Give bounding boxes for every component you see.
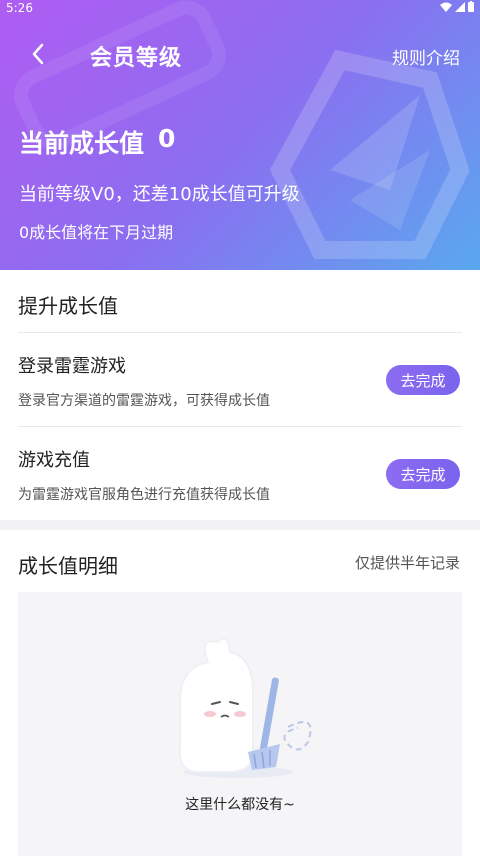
complete-button-recharge[interactable]: 去完成 [386, 459, 460, 489]
status-icons [440, 1, 474, 12]
hero-header: 5:26 会员等级 规则介绍 当前成长值 0 当前等级V0，还差10成长值可升级… [0, 0, 480, 270]
empty-mascot-illustration [178, 637, 312, 778]
upgrade-section: 提升成长值 登录雷霆游戏 登录官方渠道的雷霆游戏，可获得成长值 去完成 游戏充值… [0, 270, 480, 520]
growth-value-row: 当前成长值 0 [19, 124, 175, 160]
empty-text: 这里什么都没有~ [185, 797, 295, 813]
task-desc: 为雷霆游戏官服角色进行充值获得成长值 [18, 487, 270, 503]
level-text: 当前等级V0，还差10成长值可升级 [19, 184, 300, 205]
details-section: 成长值明细 仅提供半年记录 这里什么都没有~ [0, 530, 480, 856]
details-title: 成长值明细 [18, 554, 118, 578]
empty-state: 这里什么都没有~ [18, 592, 462, 856]
details-note: 仅提供半年记录 [354, 554, 460, 572]
task-desc: 登录官方渠道的雷霆游戏，可获得成长值 [18, 393, 270, 409]
status-bar: 5:26 [0, 0, 480, 18]
status-time: 5:26 [6, 1, 33, 15]
divider [18, 426, 462, 427]
wifi-icon [440, 2, 452, 12]
battery-icon [468, 1, 474, 12]
growth-label: 当前成长值 [19, 129, 145, 158]
task-title: 游戏充值 [18, 450, 90, 471]
nav-bar: 会员等级 规则介绍 [0, 28, 480, 80]
upgrade-title: 提升成长值 [18, 294, 118, 318]
expire-text: 0成长值将在下月过期 [19, 223, 174, 242]
divider [18, 332, 462, 333]
page-title: 会员等级 [90, 46, 183, 71]
back-button[interactable] [22, 38, 54, 70]
complete-button-login[interactable]: 去完成 [386, 365, 460, 395]
chevron-left-icon [32, 43, 44, 65]
signal-icon [455, 1, 465, 12]
rules-link[interactable]: 规则介绍 [392, 44, 460, 69]
task-title: 登录雷霆游戏 [18, 356, 126, 377]
growth-value: 0 [158, 124, 176, 153]
